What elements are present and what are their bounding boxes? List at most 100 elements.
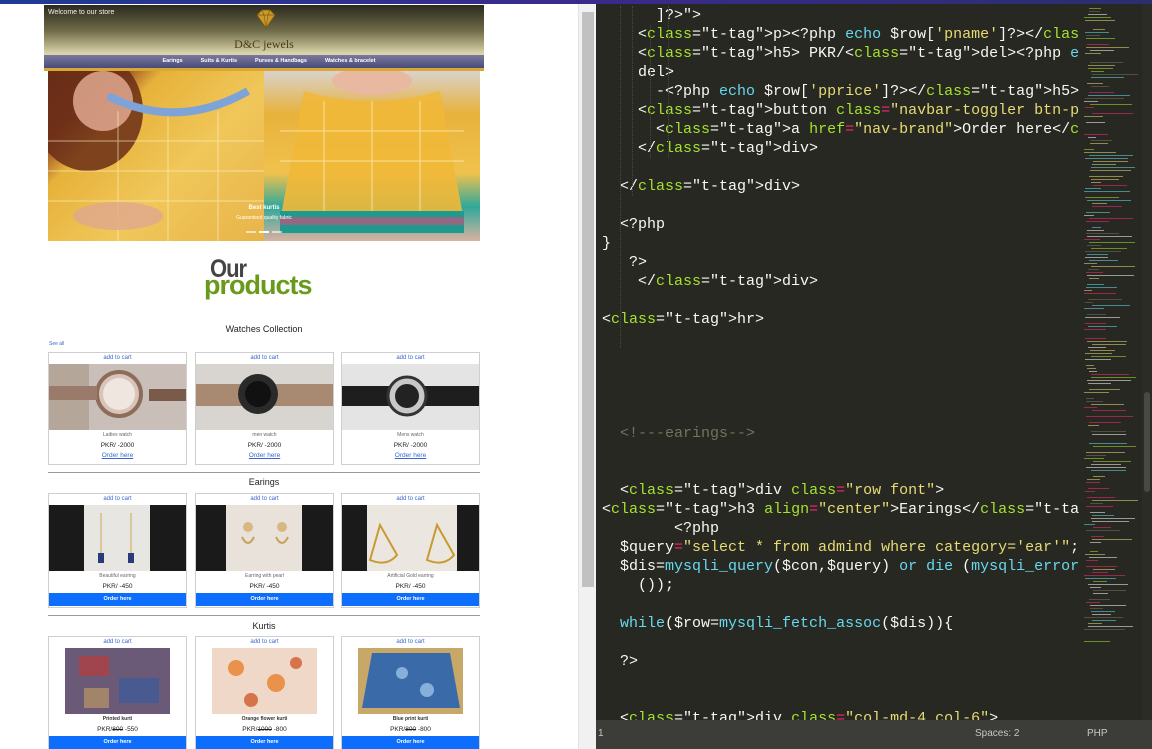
minimap-line — [1089, 557, 1117, 558]
code-area[interactable]: ]?>"> <class="t-tag">p><?php echo $row['… — [596, 4, 1080, 720]
minimap-line — [1085, 53, 1101, 54]
code-line[interactable]: </class="t-tag">div> — [602, 272, 818, 291]
minimap-line — [1091, 77, 1124, 78]
add-to-cart-link[interactable]: add to cart — [342, 494, 479, 505]
code-line[interactable]: <class="t-tag">div class="row font"> — [602, 481, 944, 500]
order-here-link[interactable]: Order here — [196, 452, 333, 459]
minimap-line — [1085, 353, 1112, 354]
order-here-button[interactable]: Order here — [49, 593, 186, 606]
nav-suits-kurtis[interactable]: Suits & Kurtis — [201, 55, 237, 68]
product-name: Blue print kurti — [392, 716, 429, 722]
code-line[interactable]: del> — [602, 63, 674, 82]
nav-watches-bracelet[interactable]: Watches & bracelet — [325, 55, 376, 68]
minimap-line — [1092, 344, 1126, 345]
code-line[interactable]: <?php — [602, 215, 665, 234]
product-image[interactable] — [49, 648, 186, 714]
product-image[interactable] — [342, 505, 479, 571]
order-here-button[interactable]: Order here — [196, 736, 333, 749]
add-to-cart-link[interactable]: add to cart — [342, 353, 479, 364]
hero-carousel[interactable]: Best kurtis Guaranteed quality fabric — [48, 71, 480, 241]
code-line[interactable]: } — [602, 234, 611, 253]
our-products-bottom: products — [204, 270, 313, 300]
minimap-line — [1089, 11, 1100, 12]
status-indentation[interactable]: Spaces: 2 — [975, 728, 1019, 739]
minimap-line — [1086, 416, 1133, 417]
code-line[interactable]: ?> — [602, 253, 647, 272]
scrollbar-thumb[interactable] — [582, 12, 594, 587]
add-to-cart-link[interactable]: add to cart — [196, 637, 333, 648]
minimap-line — [1089, 155, 1133, 156]
browser-scrollbar[interactable] — [578, 4, 596, 749]
code-line[interactable]: <!---earings--> — [602, 424, 755, 443]
code-line[interactable]: <class="t-tag">a href="nav-brand">Order … — [602, 120, 1080, 139]
minimap-line — [1088, 68, 1113, 69]
code-line[interactable]: $query="select * from admind where categ… — [602, 538, 1079, 557]
order-here-button[interactable]: Order here — [196, 593, 333, 606]
add-to-cart-link[interactable]: add to cart — [342, 637, 479, 648]
section-divider — [48, 615, 480, 616]
product-name: men watch — [252, 432, 277, 438]
site-navbar: Earings Suits & Kurtis Purses & Handbags… — [44, 55, 484, 68]
minimap-line — [1087, 236, 1132, 237]
carousel-indicators[interactable] — [246, 231, 282, 233]
minimap-line — [1084, 524, 1095, 525]
code-line[interactable]: ()); — [602, 576, 674, 595]
code-line[interactable]: <class="t-tag">div class="col-md-4 col-6… — [602, 709, 998, 720]
nav-purses-handbags[interactable]: Purses & Handbags — [255, 55, 307, 68]
minimap-line — [1091, 377, 1136, 378]
order-here-link[interactable]: Order here — [49, 452, 186, 459]
old-price: 800 — [405, 726, 417, 733]
product-image[interactable] — [342, 364, 479, 430]
code-line[interactable]: while($row=mysqli_fetch_assoc($dis)){ — [602, 614, 953, 633]
editor-scrollbar[interactable] — [1142, 4, 1152, 720]
minimap-line — [1085, 197, 1119, 198]
minimap-line — [1085, 257, 1108, 258]
add-to-cart-link[interactable]: add to cart — [196, 494, 333, 505]
code-line[interactable]: <class="t-tag">hr> — [602, 310, 764, 329]
code-line[interactable]: $dis=mysqli_query($con,$query) or die (m… — [602, 557, 1079, 576]
minimap-line — [1092, 206, 1122, 207]
order-here-button[interactable]: Order here — [342, 736, 479, 749]
minimap-line — [1084, 290, 1092, 291]
nav-earings[interactable]: Earings — [162, 55, 182, 68]
status-syntax[interactable]: PHP — [1087, 728, 1108, 739]
editor-minimap[interactable] — [1084, 4, 1140, 720]
product-image[interactable] — [196, 364, 333, 430]
code-line[interactable]: ]?>"> — [602, 6, 701, 25]
order-here-link[interactable]: Order here — [342, 452, 479, 459]
minimap-line — [1084, 101, 1098, 102]
code-line[interactable]: -<?php echo $row['pprice']?></class="t-t… — [602, 82, 1079, 101]
minimap-line — [1086, 602, 1100, 603]
code-editor[interactable]: ]?>"> <class="t-tag">p><?php echo $row['… — [596, 4, 1152, 749]
add-to-cart-link[interactable]: add to cart — [49, 637, 186, 648]
product-image[interactable] — [342, 648, 479, 714]
code-line[interactable]: </class="t-tag">div> — [602, 139, 818, 158]
editor-scrollbar-thumb[interactable] — [1144, 392, 1150, 492]
product-image[interactable] — [49, 505, 186, 571]
code-line[interactable]: <class="t-tag">h3 align="center">Earings… — [602, 500, 1080, 519]
product-image[interactable] — [49, 364, 186, 430]
minimap-line — [1090, 551, 1098, 552]
see-all-link[interactable]: See all — [49, 341, 64, 347]
code-line[interactable]: <class="t-tag">button class="navbar-togg… — [602, 101, 1080, 120]
minimap-line — [1084, 134, 1108, 135]
order-here-button[interactable]: Order here — [342, 593, 479, 606]
code-line[interactable]: ?> — [602, 652, 638, 671]
product-image[interactable] — [196, 648, 333, 714]
minimap-line — [1090, 170, 1131, 171]
minimap-line — [1087, 380, 1131, 381]
minimap-line — [1088, 299, 1122, 300]
new-price: -550 — [124, 726, 138, 733]
add-to-cart-link[interactable]: add to cart — [49, 353, 186, 364]
order-here-button[interactable]: Order here — [49, 736, 186, 749]
minimap-line — [1090, 605, 1126, 606]
product-image[interactable] — [196, 505, 333, 571]
add-to-cart-link[interactable]: add to cart — [49, 494, 186, 505]
add-to-cart-link[interactable]: add to cart — [196, 353, 333, 364]
code-line[interactable]: <class="t-tag">p><?php echo $row['pname'… — [602, 25, 1080, 44]
section-title-earings: Earings — [248, 477, 280, 487]
code-line[interactable]: <class="t-tag">h5> PKR/<class="t-tag">de… — [602, 44, 1080, 63]
code-line[interactable]: <?php — [602, 519, 719, 538]
minimap-line — [1092, 614, 1111, 615]
minimap-line — [1090, 104, 1132, 105]
